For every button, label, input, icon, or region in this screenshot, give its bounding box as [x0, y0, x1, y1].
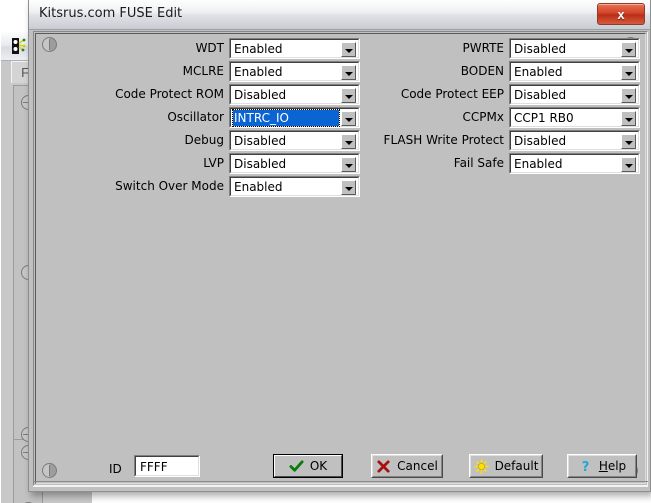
left-combo-switch-over-mode[interactable]: Enabled — [229, 176, 360, 197]
combo-value: INTRC_IO — [233, 110, 339, 126]
left-combo-debug[interactable]: Disabled — [229, 130, 360, 151]
combo-value: Enabled — [514, 157, 618, 171]
half-circle-glyph — [42, 37, 57, 52]
id-input-value: FFFF — [140, 460, 168, 474]
combo-bevel: Disabled — [230, 154, 359, 173]
left-combo-oscillator[interactable]: INTRC_IO — [229, 107, 360, 128]
chevron-down-icon[interactable] — [621, 65, 636, 80]
button-label: Default — [495, 459, 539, 473]
check-icon — [289, 459, 304, 474]
right-combo-flash-write-protect[interactable]: Disabled — [509, 130, 640, 151]
dialog-title: Kitsrus.com FUSE Edit — [39, 6, 182, 21]
combo-bevel: Disabled — [510, 39, 639, 58]
combo-bevel: Enabled — [510, 62, 639, 81]
left-combo-wdt[interactable]: Enabled — [229, 38, 360, 59]
id-label: ID — [109, 462, 122, 476]
combo-value: Disabled — [234, 88, 338, 102]
ok-button[interactable]: OK — [273, 454, 343, 478]
right-combo-fail-safe[interactable]: Enabled — [509, 153, 640, 174]
id-input[interactable]: FFFF — [134, 455, 200, 477]
dialog-bottom-edge — [33, 481, 648, 487]
right-label-fail-safe: Fail Safe — [454, 156, 504, 171]
button-bevel: Cancel — [372, 455, 442, 477]
svg-text:?: ? — [582, 460, 590, 474]
combo-bevel: Disabled — [510, 131, 639, 150]
right-label-code-protect-eep: Code Protect EEP — [401, 87, 504, 102]
left-combo-code-protect-rom[interactable]: Disabled — [229, 84, 360, 105]
right-combo-pwrte[interactable]: Disabled — [509, 38, 640, 59]
help-button[interactable]: ? Help — [567, 454, 637, 478]
chevron-down-icon[interactable] — [621, 157, 636, 172]
fuse-edit-dialog: Kitsrus.com FUSE Edit x WDT Enabled MCLRE E… — [28, 0, 651, 492]
chevron-down-icon[interactable] — [341, 42, 356, 57]
combo-bevel: Enabled — [230, 39, 359, 58]
button-bevel: ? Help — [568, 455, 636, 477]
combo-value: Disabled — [234, 134, 338, 148]
chevron-down-icon[interactable] — [621, 88, 636, 103]
right-label-ccpmx: CCPMx — [463, 110, 504, 125]
screenshot-root: Fil Kitsrus.com FUSE Edit x WDTEnabledMC… — [0, 0, 651, 503]
id-input-bevel: FFFF — [135, 456, 199, 476]
cancel-button[interactable]: Cancel — [371, 454, 443, 478]
combo-value: Enabled — [234, 65, 338, 79]
left-label-wdt: WDT — [196, 41, 224, 56]
combo-bevel: Enabled — [510, 154, 639, 173]
combo-value: Disabled — [234, 157, 338, 171]
right-combo-code-protect-eep[interactable]: Disabled — [509, 84, 640, 105]
close-button[interactable]: x — [597, 3, 645, 25]
combo-bevel: Enabled — [230, 62, 359, 81]
chevron-down-icon[interactable] — [341, 111, 356, 126]
dialog-titlebar[interactable]: Kitsrus.com FUSE Edit x — [29, 0, 650, 30]
combo-bevel: Disabled — [230, 85, 359, 104]
chevron-down-icon[interactable] — [621, 42, 636, 57]
combo-value: Enabled — [514, 65, 618, 79]
chevron-down-icon[interactable] — [621, 134, 636, 149]
question-icon: ? — [578, 459, 593, 474]
left-combo-mclre[interactable]: Enabled — [229, 61, 360, 82]
chevron-down-icon[interactable] — [341, 88, 356, 103]
sun-icon — [474, 459, 489, 474]
combo-bevel: INTRC_IO — [230, 108, 359, 127]
chevron-down-icon[interactable] — [621, 111, 636, 126]
chevron-down-icon[interactable] — [341, 134, 356, 149]
half-circle-glyph — [42, 463, 57, 478]
left-label-debug: Debug — [185, 133, 224, 148]
left-label-mclre: MCLRE — [183, 64, 224, 79]
chevron-down-icon[interactable] — [341, 157, 356, 172]
programmer-icon — [9, 37, 27, 55]
chevron-down-icon[interactable] — [341, 65, 356, 80]
button-label: Help — [599, 459, 626, 473]
combo-bevel: Disabled — [230, 131, 359, 150]
combo-bevel: Disabled — [510, 85, 639, 104]
right-label-flash-write-protect: FLASH Write Protect — [384, 133, 504, 148]
button-label: Cancel — [397, 459, 438, 473]
button-bevel: OK — [274, 455, 342, 477]
left-combo-lvp[interactable]: Disabled — [229, 153, 360, 174]
combo-value: Disabled — [514, 88, 618, 102]
left-label-lvp: LVP — [203, 156, 224, 171]
right-combo-boden[interactable]: Enabled — [509, 61, 640, 82]
right-label-pwrte: PWRTE — [463, 41, 504, 56]
button-label: OK — [310, 459, 327, 473]
combo-value: Enabled — [234, 180, 338, 194]
combo-value: Enabled — [234, 42, 338, 56]
right-combo-ccpmx[interactable]: CCP1 RB0 — [509, 107, 640, 128]
combo-bevel: Enabled — [230, 177, 359, 196]
combo-value: Disabled — [514, 42, 618, 56]
combo-value: Disabled — [514, 134, 618, 148]
x-cross-icon — [376, 459, 391, 474]
chevron-down-icon[interactable] — [341, 180, 356, 195]
right-label-boden: BODEN — [461, 64, 504, 79]
left-label-switch-over-mode: Switch Over Mode — [115, 179, 224, 194]
default-button[interactable]: Default — [469, 454, 543, 478]
left-label-oscillator: Oscillator — [167, 110, 224, 125]
combo-value: CCP1 RB0 — [514, 111, 618, 125]
combo-bevel: CCP1 RB0 — [510, 108, 639, 127]
left-label-code-protect-rom: Code Protect ROM — [115, 87, 224, 102]
button-bevel: Default — [470, 455, 542, 477]
